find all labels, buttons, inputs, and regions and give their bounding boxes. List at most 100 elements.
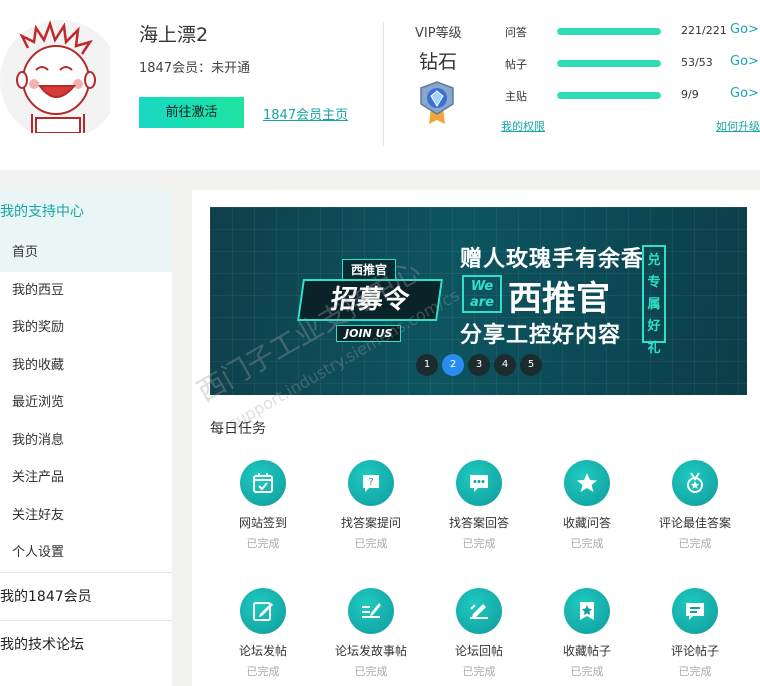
how-to-upgrade-link[interactable]: 如何升级 [716,118,760,134]
task-forum-post[interactable]: 论坛发帖 已完成 [209,588,317,679]
progress-bar [557,28,661,35]
diamond-badge-icon [417,80,457,126]
calendar-check-icon [240,460,286,506]
task-favorite-qa[interactable]: 收藏问答 已完成 [533,460,641,551]
task-name: 评论最佳答案 [658,516,731,530]
task-forum-reply[interactable]: 论坛回帖 已完成 [425,588,533,679]
activate-button[interactable]: 前往激活 [139,97,244,128]
task-status: 已完成 [462,665,496,678]
task-status: 已完成 [354,665,388,678]
sidebar-item-beans[interactable]: 我的西豆 [0,272,172,310]
task-status: 已完成 [570,665,604,678]
sidebar-item-recent[interactable]: 最近浏览 [0,384,172,422]
task-name: 论坛发帖 [238,644,287,658]
sidebar-item-home[interactable]: 首页 [0,234,172,272]
divider [383,22,384,146]
promo-banner[interactable]: 西推官 招募令 JOIN US 赠人玫瑰手有余香 We are 西推官 分享工控… [210,207,747,395]
stat-count: 221/221 [681,24,727,37]
task-status: 已完成 [678,665,712,678]
task-name: 找答案提问 [340,516,401,530]
task-status: 已完成 [246,537,280,550]
task-story-post[interactable]: 论坛发故事帖 已完成 [317,588,425,679]
sidebar-section-membership[interactable]: 我的1847会员 [0,571,172,620]
carousel-dot[interactable]: 3 [468,354,490,376]
go-link[interactable]: Go> [730,86,759,101]
task-status: 已完成 [354,537,388,550]
banner-headline: 赠人玫瑰手有余香 [460,247,645,272]
vip-title: VIP等级 [415,26,462,41]
sidebar-header[interactable]: 我的支持中心 [0,190,172,234]
progress-fill [557,60,661,67]
banner-title: 西推官 [508,279,610,319]
sidebar-item-favorites[interactable]: 我的收藏 [0,347,172,385]
carousel-dot[interactable]: 1 [416,354,438,376]
sidebar-item-messages[interactable]: 我的消息 [0,422,172,460]
pen-lines-icon [348,588,394,634]
join-us-label: JOIN US [336,325,402,342]
task-comment-post[interactable]: 评论帖子 已完成 [641,588,749,679]
comment-icon [672,588,718,634]
membership-status: 1847会员：未开通 [139,61,251,76]
stat-row-qa: 问答 221/221 Go> [505,22,760,40]
stat-label: 主贴 [505,90,527,103]
task-name: 论坛回帖 [454,644,503,658]
sidebar-item-products[interactable]: 关注产品 [0,459,172,497]
task-best-answer[interactable]: 评论最佳答案 已完成 [641,460,749,551]
task-name: 论坛发故事帖 [334,644,407,658]
progress-fill [557,28,661,35]
sidebar-item-rewards[interactable]: 我的奖励 [0,309,172,347]
progress-bar [557,60,661,67]
carousel-dot-active[interactable]: 2 [442,354,464,376]
task-status: 已完成 [246,665,280,678]
edit-icon [240,588,286,634]
stat-row-posts: 帖子 53/53 Go> [505,54,760,72]
progress-fill [557,92,661,99]
stat-label: 问答 [505,26,527,39]
star-icon [564,460,610,506]
task-favorite-post[interactable]: 收藏帖子 已完成 [533,588,641,679]
task-answer[interactable]: 找答案回答 已完成 [425,460,533,551]
question-bubble-icon: ? [348,460,394,506]
go-link[interactable]: Go> [730,22,759,37]
svg-text:?: ? [368,477,373,488]
stat-row-threads: 主贴 9/9 Go> [505,86,760,104]
banner-subline: 分享工控好内容 [460,323,622,348]
avatar[interactable] [0,18,110,133]
task-status: 已完成 [570,537,604,550]
carousel-dot[interactable]: 4 [494,354,516,376]
carousel-dots: 1 2 3 4 5 [416,354,542,376]
task-name: 网站签到 [238,516,287,530]
task-checkin[interactable]: 网站签到 已完成 [209,460,317,551]
sidebar-section-forum[interactable]: 我的技术论坛 [0,619,172,668]
task-status: 已完成 [678,537,712,550]
sidebar-item-settings[interactable]: 个人设置 [0,534,172,572]
star-badge-icon [564,588,610,634]
recruit-badge: 西推官 招募令 JOIN US [297,259,443,342]
sidebar: 我的支持中心 首页 我的西豆 我的奖励 我的收藏 最近浏览 我的消息 关注产品 … [0,190,172,686]
main-content: 西推官 招募令 JOIN US 赠人玫瑰手有余香 We are 西推官 分享工控… [191,190,760,686]
username: 海上漂2 [139,24,209,46]
task-name: 找答案回答 [448,516,509,530]
medal-icon [672,460,718,506]
task-name: 收藏帖子 [562,644,611,658]
profile-header: 海上漂2 1847会员：未开通 前往激活 1847会员主页 VIP等级 钻石 问… [0,0,760,170]
recruit-top-label: 西推官 [342,259,397,280]
member-homepage-link[interactable]: 1847会员主页 [263,104,348,123]
recruit-main-label: 招募令 [297,279,443,321]
stat-label: 帖子 [505,58,527,71]
daily-tasks-title: 每日任务 [210,421,266,437]
my-rights-link[interactable]: 我的权限 [501,118,545,134]
chat-dots-icon [456,460,502,506]
task-ask[interactable]: ? 找答案提问 已完成 [317,460,425,551]
stat-count: 53/53 [681,56,713,69]
task-name: 评论帖子 [670,644,719,658]
we-are-label: We are [462,275,502,313]
sidebar-item-friends[interactable]: 关注好友 [0,497,172,535]
task-name: 收藏问答 [562,516,611,530]
progress-bar [557,92,661,99]
stat-count: 9/9 [681,88,699,101]
reply-pen-icon [456,588,502,634]
carousel-dot[interactable]: 5 [520,354,542,376]
task-status: 已完成 [462,537,496,550]
go-link[interactable]: Go> [730,54,759,69]
